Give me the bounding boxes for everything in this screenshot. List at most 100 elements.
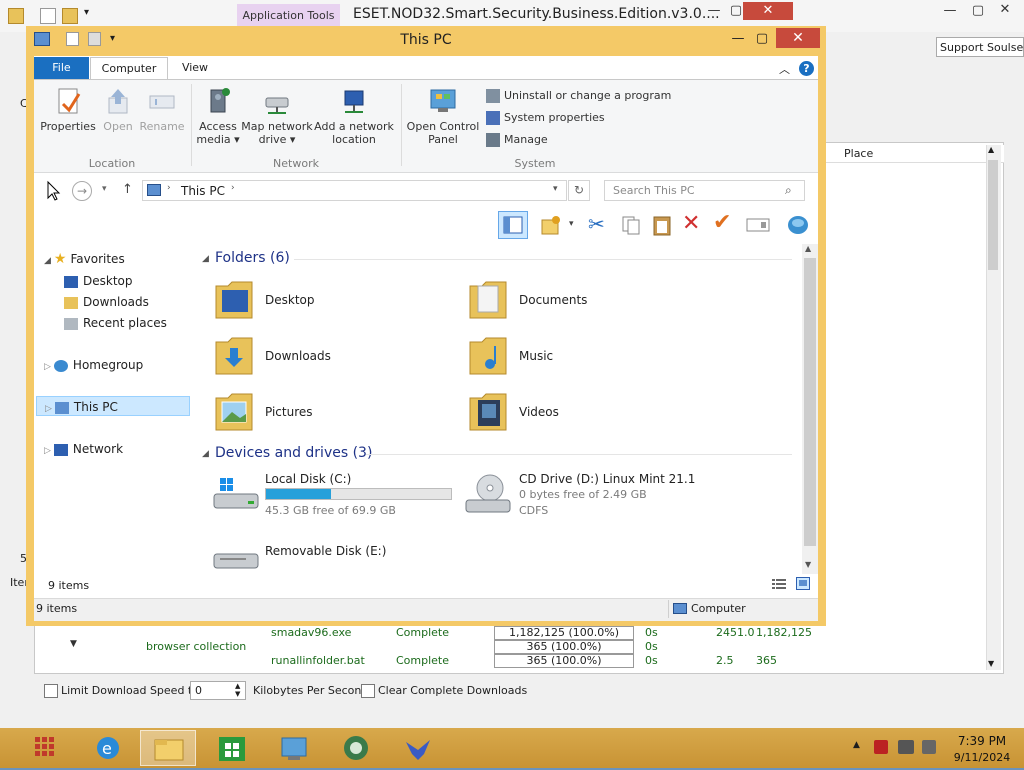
open-button[interactable]: Open bbox=[98, 86, 138, 133]
recent-locations-icon[interactable]: ▾ bbox=[102, 184, 107, 194]
cut-icon[interactable]: ✂ bbox=[588, 212, 605, 236]
taskbar-eset[interactable] bbox=[328, 730, 384, 766]
network-tray-icon[interactable] bbox=[898, 740, 914, 754]
nav-this-pc[interactable]: ▷ This PC bbox=[36, 396, 190, 416]
nav-homegroup[interactable]: ▷ Homegroup bbox=[44, 355, 143, 375]
spin-down-icon[interactable]: ▼ bbox=[235, 690, 240, 698]
access-media-button[interactable]: Access media ▾ bbox=[196, 86, 240, 146]
bg2-close-button[interactable]: ✕ bbox=[990, 2, 1020, 20]
folder-downloads-icon[interactable] bbox=[212, 332, 256, 380]
forward-button[interactable]: → bbox=[72, 181, 92, 201]
delete-icon[interactable]: ✕ bbox=[682, 211, 700, 236]
folder-options-dropdown-icon[interactable]: ▾ bbox=[569, 219, 574, 229]
collapse-arrow-icon[interactable]: ▼ bbox=[70, 639, 77, 649]
local-disk-icon[interactable] bbox=[210, 474, 260, 514]
folder-options-icon[interactable] bbox=[540, 214, 562, 236]
explorer-maximize-button[interactable]: ▢ bbox=[750, 29, 774, 49]
explorer-close-button[interactable]: ✕ bbox=[776, 28, 820, 48]
collapsed-arrow-icon[interactable]: ▷ bbox=[44, 446, 51, 456]
clear-complete-checkbox[interactable] bbox=[361, 684, 375, 698]
folder-documents-label[interactable]: Documents bbox=[519, 293, 587, 307]
breadcrumb-chevron-icon[interactable]: › bbox=[231, 183, 235, 193]
nav-downloads[interactable]: Downloads bbox=[64, 292, 149, 312]
transfers-scroll-thumb[interactable] bbox=[988, 160, 998, 270]
breadcrumb-chevron-icon[interactable]: › bbox=[167, 183, 171, 193]
large-icons-view-icon[interactable] bbox=[796, 577, 810, 590]
taskbar-soulseek[interactable] bbox=[390, 730, 446, 766]
content-scroll-up-icon[interactable]: ▲ bbox=[805, 244, 811, 253]
breadcrumb-this-pc[interactable]: This PC bbox=[181, 184, 225, 198]
tab-computer[interactable]: Computer bbox=[90, 57, 168, 80]
folders-collapse-arrow-icon[interactable]: ◢ bbox=[202, 254, 209, 264]
bg-close-button[interactable]: ✕ bbox=[743, 2, 793, 20]
nav-desktop[interactable]: Desktop bbox=[64, 271, 133, 291]
apply-checkmark-icon[interactable]: ✔ bbox=[713, 210, 731, 235]
volume-muted-icon[interactable] bbox=[922, 740, 936, 754]
nav-network[interactable]: ▷ Network bbox=[44, 439, 123, 459]
drives-group-title[interactable]: Devices and drives (3) bbox=[215, 445, 372, 461]
tray-clock-time[interactable]: 7:39 PM bbox=[952, 734, 1012, 748]
help-icon[interactable]: ? bbox=[799, 61, 814, 76]
tab-file[interactable]: File bbox=[34, 57, 89, 79]
manage-button[interactable]: Manage bbox=[486, 132, 548, 148]
copy-icon[interactable] bbox=[620, 214, 642, 236]
folder-desktop-label[interactable]: Desktop bbox=[265, 293, 315, 307]
up-button[interactable]: ↑ bbox=[122, 182, 133, 197]
folder-desktop-icon[interactable] bbox=[212, 276, 256, 324]
place-column-header[interactable]: Place bbox=[826, 145, 1004, 163]
removable-disk-icon[interactable] bbox=[210, 544, 260, 574]
taskbar-control-panel[interactable] bbox=[266, 730, 322, 766]
add-network-location-button[interactable]: Add a network location bbox=[314, 86, 394, 146]
preview-pane-button[interactable] bbox=[498, 211, 528, 239]
rename-button[interactable]: Rename bbox=[138, 86, 186, 133]
expanded-arrow-icon[interactable]: ◢ bbox=[44, 256, 51, 266]
search-icon[interactable]: ⌕ bbox=[785, 181, 792, 200]
scroll-down-arrow-icon[interactable]: ▼ bbox=[988, 659, 994, 668]
cd-drive-icon[interactable] bbox=[464, 472, 514, 516]
local-disk-label[interactable]: Local Disk (C:) bbox=[265, 472, 351, 486]
folder-music-icon[interactable] bbox=[466, 332, 510, 380]
folder-documents-icon[interactable] bbox=[466, 276, 510, 324]
content-scroll-down-icon[interactable]: ▼ bbox=[805, 560, 811, 569]
tray-clock-date[interactable]: 9/11/2024 bbox=[952, 751, 1012, 764]
taskbar-internet-explorer[interactable]: e bbox=[80, 730, 136, 766]
taskbar-file-explorer[interactable] bbox=[140, 730, 196, 766]
quick-access-dropdown-icon[interactable]: ▾ bbox=[84, 7, 89, 18]
collapse-ribbon-icon[interactable]: ︿ bbox=[779, 61, 790, 77]
spin-up-icon[interactable]: ▲ bbox=[235, 682, 240, 690]
nav-favorites[interactable]: ◢ ★ Favorites bbox=[44, 249, 125, 269]
details-view-icon[interactable] bbox=[772, 578, 786, 590]
collapsed-arrow-icon[interactable]: ▷ bbox=[45, 404, 52, 414]
action-center-flag-icon[interactable] bbox=[874, 740, 888, 754]
limit-speed-checkbox[interactable] bbox=[44, 684, 58, 698]
address-bar[interactable]: › This PC › ▾ bbox=[142, 180, 567, 201]
tab-view[interactable]: View bbox=[170, 57, 220, 79]
properties-button[interactable]: Properties bbox=[40, 86, 96, 133]
drives-collapse-arrow-icon[interactable]: ◢ bbox=[202, 449, 209, 459]
start-button[interactable] bbox=[30, 732, 60, 762]
collapsed-arrow-icon[interactable]: ▷ bbox=[44, 362, 51, 372]
removable-disk-label[interactable]: Removable Disk (E:) bbox=[265, 544, 386, 558]
explorer-minimize-button[interactable]: — bbox=[726, 29, 750, 49]
rename-toolbar-icon[interactable] bbox=[746, 216, 770, 234]
content-scroll-thumb[interactable] bbox=[804, 258, 816, 546]
refresh-button[interactable]: ↻ bbox=[568, 180, 590, 201]
folders-group-title[interactable]: Folders (6) bbox=[215, 250, 290, 266]
folder-pictures-label[interactable]: Pictures bbox=[265, 405, 313, 419]
system-properties-button[interactable]: System properties bbox=[486, 110, 605, 126]
support-soulseek-button[interactable]: Support Soulseek bbox=[936, 37, 1024, 57]
folder-videos-icon[interactable] bbox=[466, 388, 510, 436]
map-network-drive-button[interactable]: Map network drive ▾ bbox=[240, 86, 314, 146]
properties-icon[interactable] bbox=[40, 8, 56, 24]
folder-music-label[interactable]: Music bbox=[519, 349, 553, 363]
eset-shell-icon[interactable] bbox=[786, 214, 810, 236]
address-dropdown-icon[interactable]: ▾ bbox=[553, 184, 558, 194]
folder-pictures-icon[interactable] bbox=[212, 388, 256, 436]
taskbar-store[interactable] bbox=[204, 730, 260, 766]
scroll-up-arrow-icon[interactable]: ▲ bbox=[988, 145, 994, 154]
folder-videos-label[interactable]: Videos bbox=[519, 405, 559, 419]
folder-downloads-label[interactable]: Downloads bbox=[265, 349, 331, 363]
cd-drive-label[interactable]: CD Drive (D:) Linux Mint 21.1 bbox=[519, 472, 695, 486]
uninstall-program-button[interactable]: Uninstall or change a program bbox=[486, 88, 671, 104]
paste-icon[interactable] bbox=[651, 213, 673, 237]
